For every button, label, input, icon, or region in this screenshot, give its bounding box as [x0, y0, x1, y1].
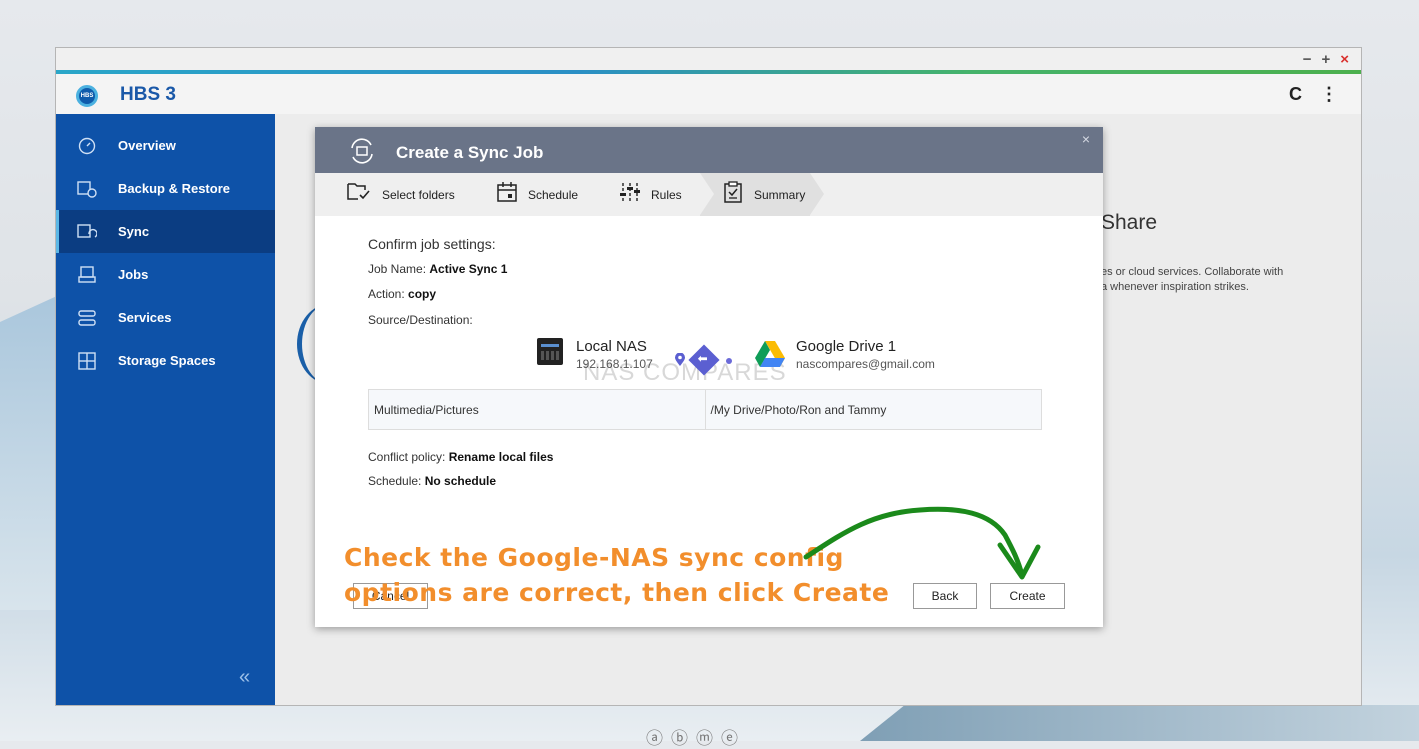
desc-line: a whenever inspiration strikes. — [1101, 281, 1249, 293]
job-name-value: Active Sync 1 — [429, 262, 508, 276]
maximize-button[interactable]: + — [1321, 51, 1330, 68]
step-rules[interactable]: Rules — [619, 173, 682, 216]
conflict-policy-value: Rename local files — [448, 450, 554, 464]
background-shape — [860, 705, 1419, 741]
clipboard-check-icon — [722, 180, 744, 209]
step-select-folders[interactable]: Select folders — [346, 173, 455, 216]
wizard-steps: Select folders Schedule Rules Summary — [315, 173, 1103, 216]
source-endpoint: Local NAS 192.168.1.107 — [576, 338, 653, 371]
step-chevron — [810, 173, 824, 215]
folder-pair-table: Multimedia/Pictures /My Drive/Photo/Ron … — [368, 389, 1042, 430]
nas-device-icon — [537, 338, 563, 365]
step-summary[interactable]: Summary — [722, 173, 805, 216]
step-label: Rules — [651, 187, 682, 202]
conflict-policy-label: Conflict policy: — [368, 450, 446, 464]
collapse-sidebar-button[interactable]: « — [239, 666, 250, 689]
sidebar-item-jobs[interactable]: Jobs — [56, 253, 275, 296]
sidebar-item-label: Overview — [118, 138, 176, 153]
sidebar-item-storage-spaces[interactable]: Storage Spaces — [56, 339, 275, 382]
job-name-row: Job Name: Active Sync 1 — [368, 262, 507, 276]
window-controls: − + × — [1303, 51, 1349, 68]
action-label: Action: — [368, 287, 405, 301]
folder-check-icon — [346, 181, 372, 209]
source-address: 192.168.1.107 — [576, 357, 653, 371]
sidebar-item-label: Services — [118, 310, 172, 325]
action-row: Action: copy — [368, 287, 436, 301]
refresh-icon[interactable]: C — [1289, 84, 1302, 105]
schedule-value: No schedule — [424, 474, 497, 488]
jobs-icon — [76, 265, 98, 284]
storage-icon — [76, 351, 98, 370]
source-path-cell: Multimedia/Pictures — [374, 402, 479, 417]
step-chevron — [700, 173, 714, 215]
source-destination-label: Source/Destination: — [368, 313, 473, 327]
close-window-button[interactable]: × — [1340, 51, 1349, 68]
destination-path-cell: /My Drive/Photo/Ron and Tammy — [704, 390, 1042, 429]
sync-job-icon — [348, 137, 376, 165]
bottom-icons: ⓐ ⓑ ⓜ ⓔ — [646, 724, 738, 749]
sidebar-item-label: Jobs — [118, 267, 149, 282]
confirm-heading: Confirm job settings: — [368, 236, 496, 252]
gauge-icon — [76, 137, 98, 155]
calendar-icon — [496, 181, 518, 209]
sidebar-item-label: Storage Spaces — [118, 353, 216, 368]
dialog-header: Create a Sync Job × — [315, 127, 1103, 173]
connector-dot — [726, 358, 732, 364]
app-title: HBS 3 — [120, 84, 176, 105]
conflict-policy-row: Conflict policy: Rename local files — [368, 450, 553, 464]
sync-icon — [76, 223, 98, 241]
sidebar-item-sync[interactable]: Sync — [56, 210, 275, 253]
bottom-icon-3: ⓜ — [696, 729, 713, 748]
schedule-row: Schedule: No schedule — [368, 474, 496, 488]
more-menu-icon[interactable]: ⋮ — [1320, 84, 1338, 105]
step-label: Select folders — [382, 187, 455, 202]
sliders-icon — [619, 181, 641, 209]
sidebar-item-label: Sync — [118, 224, 150, 239]
backup-icon — [76, 180, 98, 198]
window-titlebar: − + × — [56, 48, 1361, 70]
sidebar: Overview Backup & Restore Sync Jobs Serv… — [56, 114, 275, 705]
step-label: Schedule — [528, 187, 579, 202]
hbs-logo-icon: HBS — [76, 85, 98, 107]
action-value: copy — [408, 287, 437, 301]
sidebar-item-overview[interactable]: Overview — [56, 124, 275, 167]
minimize-button[interactable]: − — [1303, 51, 1312, 68]
destination-name: Google Drive 1 — [796, 338, 897, 355]
desc-line: es or cloud services. Collaborate with — [1101, 266, 1284, 278]
app-header: HBS HBS 3 C ⋮ — [56, 74, 1361, 114]
bottom-icon-1: ⓐ — [646, 729, 663, 748]
services-icon — [76, 309, 98, 327]
sidebar-item-services[interactable]: Services — [56, 296, 275, 339]
sidebar-item-backup-restore[interactable]: Backup & Restore — [56, 167, 275, 210]
bottom-icon-4: ⓔ — [721, 729, 738, 748]
source-name: Local NAS — [576, 338, 647, 355]
sidebar-item-label: Backup & Restore — [118, 181, 230, 196]
destination-endpoint: Google Drive 1 nascompares@gmail.com — [796, 338, 935, 371]
job-name-label: Job Name: — [368, 262, 427, 276]
schedule-label: Schedule: — [368, 474, 422, 488]
step-schedule[interactable]: Schedule — [496, 173, 578, 216]
active-indicator — [56, 210, 59, 253]
destination-account: nascompares@gmail.com — [796, 357, 935, 371]
close-icon[interactable]: × — [1082, 131, 1090, 147]
content-title: Share — [1101, 211, 1158, 234]
google-drive-icon — [755, 341, 785, 367]
dialog-title: Create a Sync Job — [396, 143, 544, 162]
step-label: Summary — [754, 187, 806, 202]
annotation-arrow-icon — [803, 506, 1041, 580]
content-description: es or cloud services. Collaborate with a… — [1101, 265, 1341, 295]
location-pin-icon — [675, 352, 685, 372]
bottom-icon-2: ⓑ — [671, 729, 688, 748]
